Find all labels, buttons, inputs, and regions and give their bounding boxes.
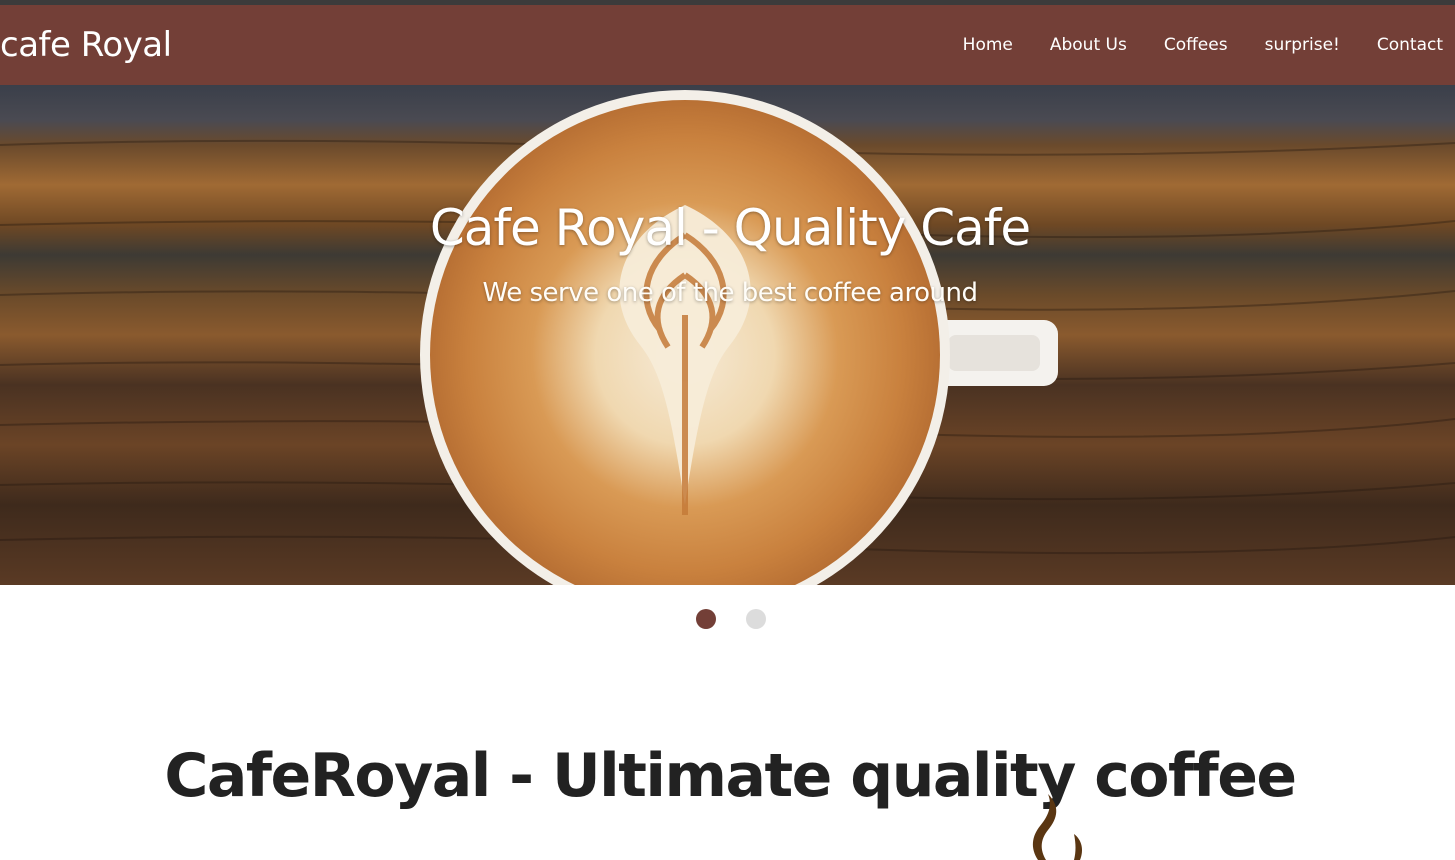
hero-carousel-slide[interactable]: Cafe Royal - Quality Cafe We serve one o… xyxy=(0,85,1455,585)
nav-link-home[interactable]: Home xyxy=(963,33,1013,57)
coffee-steam-icon xyxy=(1032,794,1082,860)
hero-subtitle: We serve one of the best coffee around xyxy=(482,278,978,308)
nav-menu: Home About Us Coffees surprise! Contact xyxy=(926,33,1443,57)
hero-title: Cafe Royal - Quality Cafe xyxy=(429,199,1031,257)
navbar: cafe Royal Home About Us Coffees surpris… xyxy=(0,5,1455,85)
brand-logo-text[interactable]: cafe Royal xyxy=(0,23,172,67)
carousel-indicators xyxy=(696,609,776,629)
nav-link-contact[interactable]: Contact xyxy=(1377,33,1443,57)
nav-link-coffees[interactable]: Coffees xyxy=(1164,33,1228,57)
carousel-dot-1-active[interactable] xyxy=(696,609,716,629)
nav-link-surprise[interactable]: surprise! xyxy=(1265,33,1340,57)
hero-background-image xyxy=(0,85,1455,585)
section-heading: CafeRoyal - Ultimate quality coffee xyxy=(164,741,1297,812)
nav-link-about-us[interactable]: About Us xyxy=(1050,33,1127,57)
carousel-dot-2[interactable] xyxy=(746,609,766,629)
